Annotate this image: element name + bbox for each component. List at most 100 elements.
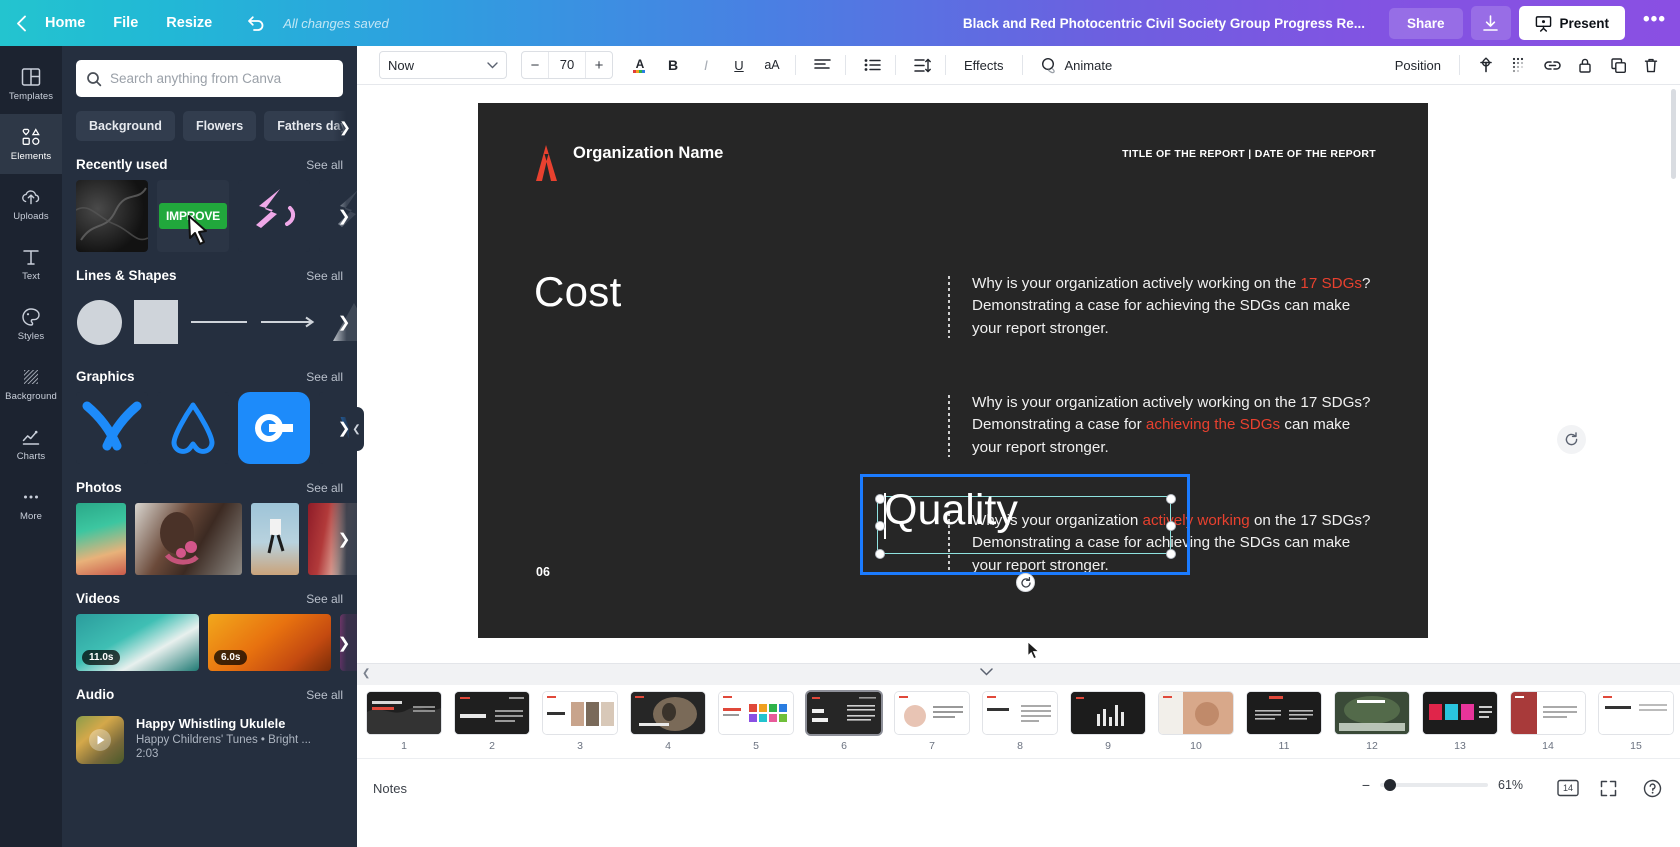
see-all-lines-shapes[interactable]: See all (306, 269, 343, 283)
chip-flowers[interactable]: Flowers (182, 111, 257, 141)
bold-button[interactable]: B (658, 50, 688, 80)
present-button[interactable]: Present (1518, 6, 1626, 40)
zoom-slider[interactable] (1380, 779, 1488, 791)
page-thumbnail[interactable] (719, 691, 793, 734)
align-left-icon[interactable] (807, 50, 837, 80)
italic-button[interactable]: I (691, 50, 721, 80)
sidebar-item-charts[interactable]: Charts (0, 414, 62, 474)
photo-item[interactable] (76, 503, 126, 575)
thumbnail-cell[interactable]: 5 (719, 691, 793, 752)
photos-next-icon[interactable]: ❯ (331, 503, 357, 575)
sidebar-item-uploads[interactable]: Uploads (0, 174, 62, 234)
position-button[interactable]: Position (1385, 52, 1451, 79)
see-all-graphics[interactable]: See all (306, 370, 343, 384)
thumbnail-cell[interactable]: 7 (895, 691, 969, 752)
resize-button[interactable]: Resize (152, 9, 226, 37)
heading-quality[interactable]: Quality (884, 489, 1018, 532)
thumbnail-cell[interactable]: 12 (1335, 691, 1409, 752)
text-case-button[interactable]: aA (757, 50, 787, 80)
page-thumbnail[interactable] (1423, 691, 1497, 734)
thumbnail-cell[interactable]: 1 (367, 691, 441, 752)
bullet-list-icon[interactable] (857, 50, 887, 80)
arrow-shape[interactable] (259, 292, 321, 352)
font-size-increase[interactable]: + (586, 52, 612, 78)
sidebar-item-elements[interactable]: Elements (0, 114, 62, 174)
thumbnail-cell[interactable]: 13 (1423, 691, 1497, 752)
panel-collapse-toggle[interactable]: ❮ (349, 407, 364, 451)
thumbnail-cell[interactable]: 10 (1159, 691, 1233, 752)
heading-cost[interactable]: Cost (534, 268, 622, 316)
lock-icon[interactable] (1570, 50, 1600, 80)
sidebar-item-text[interactable]: Text (0, 234, 62, 294)
graphic-airbnb-logo[interactable] (157, 392, 229, 464)
text-block-1[interactable]: Why is your organization actively workin… (948, 273, 1372, 340)
graphic-x-logo[interactable] (76, 392, 148, 464)
animate-button[interactable]: Animate (1031, 51, 1123, 80)
page-thumbnail[interactable] (895, 691, 969, 734)
audio-list-item[interactable]: Happy Whistling Ukulele Happy Childrens'… (62, 710, 357, 764)
see-all-recently-used[interactable]: See all (306, 158, 343, 172)
font-family-select[interactable]: Now (379, 51, 507, 79)
canvas-scrollbar[interactable] (1671, 89, 1676, 179)
font-size-value[interactable]: 70 (548, 52, 586, 78)
page-thumbnail[interactable] (631, 691, 705, 734)
thumbnail-cell[interactable]: 2 (455, 691, 529, 752)
sidebar-item-background[interactable]: Background (0, 354, 62, 414)
page-thumbnail[interactable] (1071, 691, 1145, 734)
download-icon[interactable] (1470, 6, 1511, 40)
lines-shapes-next-icon[interactable]: ❯ (331, 291, 357, 353)
thumbnail-cell[interactable]: 3 (543, 691, 617, 752)
undo-icon[interactable] (236, 11, 275, 35)
thumbnail-cell-selected[interactable]: 6 (807, 691, 881, 752)
document-title[interactable]: Black and Red Photocentric Civil Society… (953, 10, 1375, 37)
photo-item[interactable] (251, 503, 299, 575)
zoom-slider-handle[interactable] (1384, 779, 1396, 791)
page-thumbnail-selected[interactable] (807, 691, 881, 734)
page-thumbnail[interactable] (543, 691, 617, 734)
underline-button[interactable]: U (724, 50, 754, 80)
page-thumbnail-strip[interactable]: 1 2 3 4 5 6 7 8 9 10 11 12 13 14 15 (357, 685, 1680, 758)
videos-next-icon[interactable]: ❯ (331, 614, 357, 671)
recent-item-improve-button[interactable]: IMPROVE (157, 180, 229, 252)
line-spacing-icon[interactable] (907, 50, 937, 80)
home-button[interactable]: Home (31, 9, 99, 37)
page-count-icon[interactable]: 14 (1554, 774, 1582, 802)
trash-icon[interactable] (1636, 50, 1666, 80)
circle-shape[interactable] (76, 292, 123, 352)
see-all-audio[interactable]: See all (306, 688, 343, 702)
resize-handle-top-left[interactable] (875, 494, 885, 504)
photo-item[interactable] (135, 503, 242, 575)
sidebar-item-templates[interactable]: Templates (0, 54, 62, 114)
thumbnail-cell[interactable]: 9 (1071, 691, 1145, 752)
recently-used-next-icon[interactable]: ❯ (331, 180, 357, 252)
zoom-out-button[interactable]: − (1362, 777, 1370, 793)
video-item[interactable]: 6.0s (208, 614, 331, 671)
thumbnail-cell[interactable]: 14 (1511, 691, 1585, 752)
file-menu[interactable]: File (99, 9, 152, 37)
page-thumbnail[interactable] (1599, 691, 1673, 734)
resize-handle-top-right[interactable] (1166, 494, 1176, 504)
page-thumbnail[interactable] (983, 691, 1057, 734)
copy-style-icon[interactable] (1504, 50, 1534, 80)
link-icon[interactable] (1537, 50, 1567, 80)
resize-handle-bottom-left[interactable] (875, 549, 885, 559)
zoom-control[interactable]: − 61% (1362, 777, 1530, 793)
recent-item-dark-texture[interactable] (76, 180, 148, 252)
resize-handle-middle-right[interactable] (1166, 521, 1176, 531)
see-all-videos[interactable]: See all (306, 592, 343, 606)
resize-handle-middle-left[interactable] (875, 521, 885, 531)
video-item[interactable]: 11.0s (76, 614, 199, 671)
duplicate-icon[interactable] (1603, 50, 1633, 80)
page-thumbnail[interactable] (1247, 691, 1321, 734)
sidebar-item-styles[interactable]: Styles (0, 294, 62, 354)
thumbnail-cell[interactable]: 15 (1599, 691, 1673, 752)
help-icon[interactable] (1638, 774, 1666, 802)
effects-button[interactable]: Effects (954, 52, 1014, 79)
page-thumbnail[interactable] (367, 691, 441, 734)
text-block-2[interactable]: Why is your organization actively workin… (948, 392, 1372, 459)
page-thumbnail[interactable] (1335, 691, 1409, 734)
font-size-stepper[interactable]: − 70 + (521, 51, 613, 79)
square-shape[interactable] (132, 292, 179, 352)
sidebar-item-more[interactable]: More (0, 474, 62, 534)
search-box[interactable] (76, 60, 343, 97)
